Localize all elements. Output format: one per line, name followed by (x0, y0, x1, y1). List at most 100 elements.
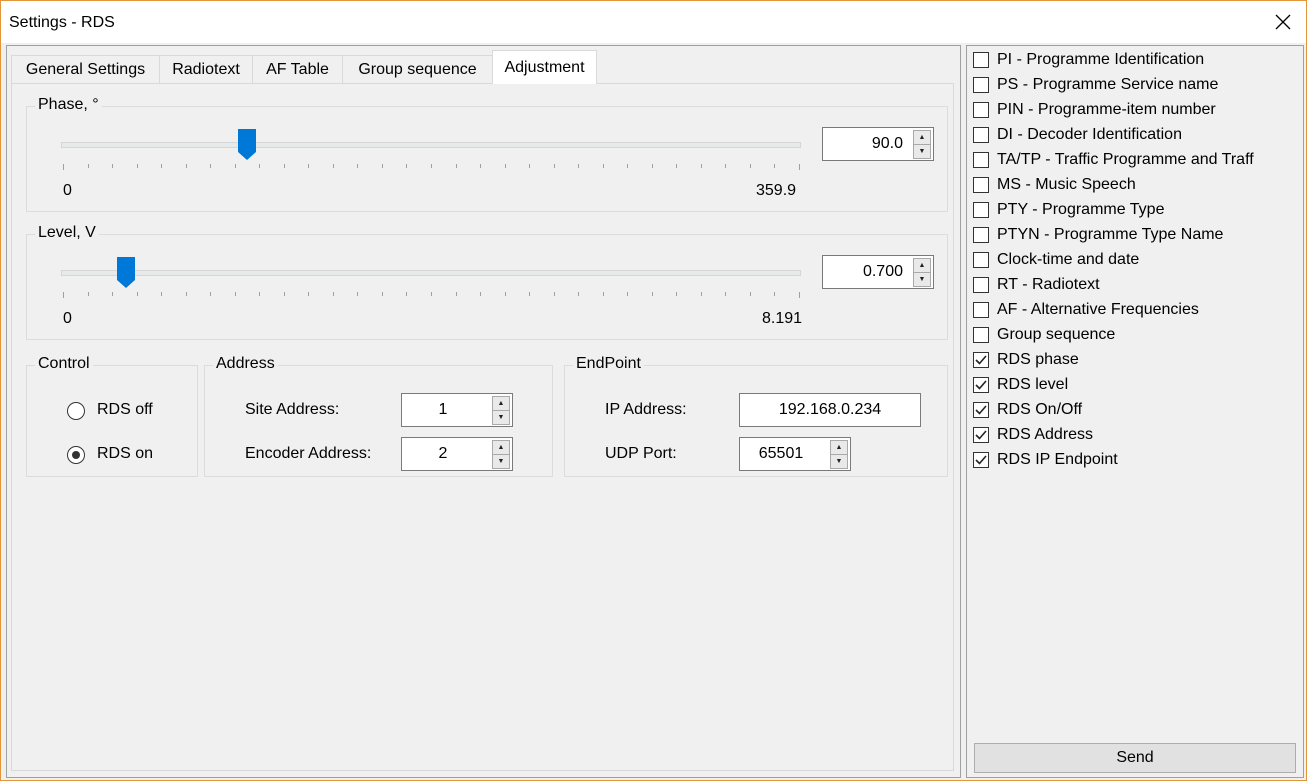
udp-port-spinbox[interactable]: 65501 ▲ ▼ (739, 437, 851, 471)
checkbox[interactable] (973, 302, 989, 318)
checkbox-checked[interactable] (973, 377, 989, 393)
checkbox-checked[interactable] (973, 402, 989, 418)
phase-slider-thumb[interactable] (238, 129, 257, 161)
slider-tick (136, 292, 138, 296)
checklist-item[interactable]: MS - Music Speech (973, 173, 1136, 197)
slider-tick (700, 164, 702, 168)
phase-down-icon[interactable]: ▼ (913, 144, 931, 159)
endpoint-group: EndPoint IP Address: 192.168.0.234 UDP P… (564, 355, 948, 477)
site-address-spinbox[interactable]: 1 ▲ ▼ (401, 393, 513, 427)
checklist-item[interactable]: Clock-time and date (973, 248, 1139, 272)
site-address-down-icon[interactable]: ▼ (492, 410, 510, 425)
close-icon[interactable] (1260, 1, 1306, 43)
checklist-item[interactable]: PTY - Programme Type (973, 198, 1164, 222)
encoder-address-up-icon[interactable]: ▲ (492, 440, 510, 455)
checklist-item[interactable]: RDS level (973, 373, 1068, 397)
slider-tick (529, 164, 531, 168)
encoder-address-label: Encoder Address: (245, 445, 372, 462)
slider-tick (357, 164, 359, 168)
slider-tick (676, 292, 678, 296)
rds-on-radio[interactable] (67, 446, 85, 464)
checklist-item[interactable]: RDS On/Off (973, 398, 1082, 422)
checklist-item-label: RDS level (997, 376, 1069, 393)
phase-slider-track[interactable] (61, 142, 801, 148)
slider-tick (161, 164, 163, 168)
checklist-item[interactable]: AF - Alternative Frequencies (973, 298, 1199, 322)
slider-tick (774, 292, 776, 296)
tab-radiotext[interactable]: Radiotext (159, 55, 253, 83)
phase-max-label: 359.9 (756, 182, 797, 199)
level-min-label: 0 (63, 310, 72, 327)
rds-off-label[interactable]: RDS off (97, 401, 153, 419)
rds-on-label[interactable]: RDS on (97, 445, 153, 463)
level-slider-track[interactable] (61, 270, 801, 276)
slider-tick (651, 292, 653, 296)
udp-port-down-icon[interactable]: ▼ (830, 454, 848, 469)
checklist-item[interactable]: RDS Address (973, 423, 1093, 447)
checkbox[interactable] (973, 127, 989, 143)
slider-tick (259, 164, 261, 168)
phase-up-icon[interactable]: ▲ (913, 130, 931, 145)
ip-address-label: IP Address: (605, 401, 687, 418)
site-address-up-icon[interactable]: ▲ (492, 396, 510, 411)
udp-port-up-icon[interactable]: ▲ (830, 440, 848, 455)
window-title: Settings - RDS (9, 14, 115, 31)
phase-group: Phase, ° 0 359.9 90.0 ▲ ▼ (26, 96, 948, 212)
tab-adjustment[interactable]: Adjustment (492, 50, 597, 84)
slider-tick (602, 164, 604, 168)
checklist-item[interactable]: Group sequence (973, 323, 1115, 347)
slider-tick (602, 292, 604, 296)
slider-tick (749, 164, 751, 168)
checklist-item[interactable]: RDS IP Endpoint (973, 448, 1118, 472)
checklist-item[interactable]: RDS phase (973, 348, 1079, 372)
checklist-item[interactable]: PS - Programme Service name (973, 73, 1218, 97)
slider-tick (799, 292, 800, 298)
level-slider-thumb[interactable] (116, 257, 135, 289)
slider-tick (63, 164, 64, 170)
checkbox[interactable] (973, 52, 989, 68)
checklist-item[interactable]: PIN - Programme-item number (973, 98, 1216, 122)
checklist-item[interactable]: DI - Decoder Identification (973, 123, 1182, 147)
checkbox-checked[interactable] (973, 452, 989, 468)
level-spinbox[interactable]: 0.700 ▲ ▼ (822, 255, 934, 289)
slider-tick (627, 164, 629, 168)
checklist-item[interactable]: PI - Programme Identification (973, 48, 1204, 72)
tab-group-sequence[interactable]: Group sequence (342, 55, 493, 83)
checklist-item[interactable]: TA/TP - Traffic Programme and Traff (973, 148, 1254, 172)
checkbox[interactable] (973, 152, 989, 168)
slider-tick (553, 292, 555, 296)
checkbox[interactable] (973, 327, 989, 343)
send-button[interactable]: Send (974, 743, 1296, 773)
checklist-item-label: PI - Programme Identification (997, 51, 1205, 68)
checklist-item-label: RDS IP Endpoint (997, 451, 1118, 468)
checkbox[interactable] (973, 277, 989, 293)
encoder-address-down-icon[interactable]: ▼ (492, 454, 510, 469)
checkbox-checked[interactable] (973, 352, 989, 368)
checkbox[interactable] (973, 227, 989, 243)
ip-address-input[interactable]: 192.168.0.234 (739, 393, 921, 427)
checklist-item[interactable]: RT - Radiotext (973, 273, 1100, 297)
checkbox[interactable] (973, 252, 989, 268)
checkbox-checked[interactable] (973, 427, 989, 443)
slider-tick (87, 292, 89, 296)
checkbox[interactable] (973, 77, 989, 93)
checklist-item-label: MS - Music Speech (997, 176, 1136, 193)
level-down-icon[interactable]: ▼ (913, 272, 931, 287)
rds-off-radio[interactable] (67, 402, 85, 420)
phase-min-label: 0 (63, 182, 72, 199)
endpoint-group-label: EndPoint (573, 355, 644, 373)
slider-tick (210, 292, 212, 296)
checklist-item[interactable]: PTYN - Programme Type Name (973, 223, 1223, 247)
tab-af-table[interactable]: AF Table (252, 55, 343, 83)
checkbox[interactable] (973, 102, 989, 118)
slider-tick (504, 164, 506, 168)
checkbox[interactable] (973, 177, 989, 193)
encoder-address-spinbox[interactable]: 2 ▲ ▼ (401, 437, 513, 471)
level-up-icon[interactable]: ▲ (913, 258, 931, 273)
checkbox[interactable] (973, 202, 989, 218)
phase-spinbox[interactable]: 90.0 ▲ ▼ (822, 127, 934, 161)
checklist-item-label: TA/TP - Traffic Programme and Traff (997, 151, 1254, 168)
slider-tick (529, 292, 531, 296)
slider-tick (283, 292, 285, 296)
tab-general-settings[interactable]: General Settings (11, 55, 160, 83)
